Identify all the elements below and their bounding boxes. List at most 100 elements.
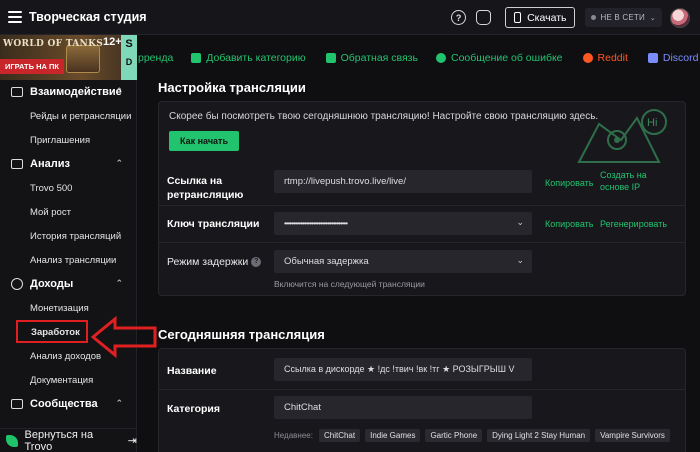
annotation-arrow <box>91 316 157 358</box>
sidebar-item-invites[interactable]: Приглашения <box>0 128 137 152</box>
sidebar-section-communities[interactable]: Сообщества ⌃ <box>0 392 137 416</box>
rtmp-url-field[interactable]: rtmp://livepush.trovo.live/live/ <box>274 170 532 193</box>
download-button[interactable]: Скачать <box>505 7 576 28</box>
recent-category-tag[interactable]: Gartic Phone <box>425 429 483 442</box>
promo-age-rating: 12+ <box>103 36 122 48</box>
phone-icon <box>514 12 522 23</box>
trovo-logo-icon <box>6 434 18 447</box>
link-label: Добавить категорию <box>206 52 306 64</box>
delay-mode-note: Включится на следующей трансляции <box>274 279 425 289</box>
chevron-down-icon: ⌄ <box>649 14 656 22</box>
rtmp-copy-button[interactable]: Копировать <box>545 177 593 189</box>
chevron-down-icon[interactable]: ⌄ <box>516 217 524 228</box>
sidebar-item-raids[interactable]: Рейды и ретрансляции <box>0 104 137 128</box>
back-label: Вернуться на Trovo <box>24 428 94 452</box>
recent-category-tag[interactable]: Dying Light 2 Stay Human <box>487 429 591 442</box>
back-to-trovo-button[interactable]: Вернуться на Trovo ⇥ <box>0 428 137 452</box>
divider <box>159 389 685 390</box>
link-label: Discord <box>662 52 699 64</box>
recent-categories: Недавнее: ChitChat Indie Games Gartic Ph… <box>274 429 675 442</box>
link-feedback[interactable]: Обратная связь <box>325 52 418 64</box>
recent-category-tag[interactable]: Indie Games <box>365 429 421 442</box>
sidebar-item-stream-analysis[interactable]: Анализ трансляции <box>0 248 137 272</box>
link-rent[interactable]: рренда <box>138 52 173 64</box>
main-content: рренда Добавить категорию Обратная связь… <box>138 35 700 452</box>
chevron-up-icon[interactable]: ⌃ <box>115 278 123 289</box>
quick-links-bar: рренда Добавить категорию Обратная связь… <box>138 35 700 81</box>
exit-icon: ⇥ <box>127 435 137 447</box>
sidebar-nav: Взаимодействие ⌃ Рейды и ретрансляции Пр… <box>0 80 137 416</box>
stream-status-badge[interactable]: НЕ В СЕТИ ⌄ <box>585 8 662 27</box>
stream-key-label: Ключ трансляции <box>167 218 260 230</box>
promo-play-button[interactable]: ИГРАТЬ НА ПК <box>0 59 64 74</box>
recent-category-tag[interactable]: ChitChat <box>318 429 361 442</box>
stream-key-field[interactable]: ••••••••••••••••••••••••••••••••••• ⌄ <box>274 212 532 235</box>
promo-game-logo: WORLD OF TANKS <box>3 39 103 49</box>
sidebar-section-income[interactable]: Доходы ⌃ <box>0 272 137 296</box>
community-icon <box>11 399 23 409</box>
delay-mode-label: Режим задержки? <box>167 255 262 269</box>
download-label: Скачать <box>527 11 567 24</box>
brand: Творческая студия <box>8 10 147 24</box>
feedback-icon <box>325 53 336 63</box>
divider <box>159 205 685 206</box>
today-heading: Сегодняшняя трансляция <box>158 327 325 342</box>
info-icon[interactable]: ? <box>251 257 262 268</box>
divider <box>159 242 685 243</box>
sidebar-section-label: Сообщества <box>30 398 98 410</box>
status-label: НЕ В СЕТИ <box>600 13 645 22</box>
sidebar: WORLD OF TANKS ИГРАТЬ НА ПК 12+ S D Взаи… <box>0 35 137 452</box>
how-to-start-button[interactable]: Как начать <box>169 131 239 151</box>
promo-side-letter: S <box>125 38 133 50</box>
chevron-up-icon[interactable]: ⌃ <box>115 158 123 169</box>
sidebar-item-stream-history[interactable]: История трансляций <box>0 224 137 248</box>
link-bug-report[interactable]: Сообщение об ошибке <box>435 52 563 64</box>
notifications-icon[interactable] <box>476 10 492 25</box>
setup-panel: Скорее бы посмотреть твою сегодняшнюю тр… <box>158 101 686 296</box>
sidebar-section-label: Доходы <box>30 278 74 290</box>
link-add-category[interactable]: Добавить категорию <box>191 52 306 64</box>
bug-icon <box>435 53 446 63</box>
sidebar-item-growth[interactable]: Мой рост <box>0 200 137 224</box>
mascot-greeting: Hi <box>647 117 657 129</box>
stream-key-regenerate-button[interactable]: Регенерировать <box>600 218 667 230</box>
hamburger-icon[interactable] <box>8 11 22 23</box>
sidebar-section-label: Анализ <box>30 158 70 170</box>
help-icon[interactable]: ? <box>451 10 467 25</box>
delay-mode-text: Режим задержки <box>167 256 249 268</box>
chevron-up-icon[interactable]: ⌃ <box>115 398 123 409</box>
delay-mode-select[interactable]: Обычная задержка ⌄ <box>274 250 532 273</box>
discord-icon <box>647 53 658 63</box>
chevron-down-icon: ⌄ <box>516 255 524 265</box>
link-reddit[interactable]: Reddit <box>582 52 628 64</box>
sidebar-section-interaction[interactable]: Взаимодействие ⌃ <box>0 80 137 104</box>
link-label: Обратная связь <box>340 52 418 64</box>
dollar-icon <box>11 278 23 290</box>
setup-heading: Настройка трансляции <box>158 80 306 95</box>
sidebar-item-documentation[interactable]: Документация <box>0 368 137 392</box>
chart-icon <box>11 159 23 169</box>
setup-hint: Скорее бы посмотреть твою сегодняшнюю тр… <box>169 111 599 122</box>
annotation-highlight-box <box>16 320 88 343</box>
interaction-icon <box>11 87 23 97</box>
sidebar-section-analytics[interactable]: Анализ ⌃ <box>0 152 137 176</box>
link-discord[interactable]: Discord <box>647 52 699 64</box>
recent-category-tag[interactable]: Vampire Survivors <box>595 429 670 442</box>
category-field[interactable]: ChitChat <box>274 396 532 419</box>
promo-banner[interactable]: WORLD OF TANKS ИГРАТЬ НА ПК 12+ S D <box>0 35 137 80</box>
rtmp-create-ip-button[interactable]: Создать на основе IP <box>600 169 670 193</box>
link-label: Reddit <box>597 52 628 64</box>
treasure-chest-image <box>66 45 100 73</box>
link-label: рренда <box>138 52 174 64</box>
avatar[interactable] <box>670 7 690 28</box>
promo-side-letter: D <box>125 57 133 67</box>
category-label: Категория <box>167 403 221 415</box>
studio-title: Творческая студия <box>29 10 147 24</box>
title-field[interactable]: Ссылка в дискорде ★ !дс !твич !вк !тг ★ … <box>274 358 532 381</box>
title-label: Название <box>167 365 217 377</box>
chevron-up-icon[interactable]: ⌃ <box>115 86 123 97</box>
stream-key-copy-button[interactable]: Копировать <box>545 218 593 230</box>
sidebar-item-trovo500[interactable]: Trovo 500 <box>0 176 137 200</box>
status-dot-icon <box>591 15 597 20</box>
sidebar-section-label: Взаимодействие <box>30 86 122 98</box>
